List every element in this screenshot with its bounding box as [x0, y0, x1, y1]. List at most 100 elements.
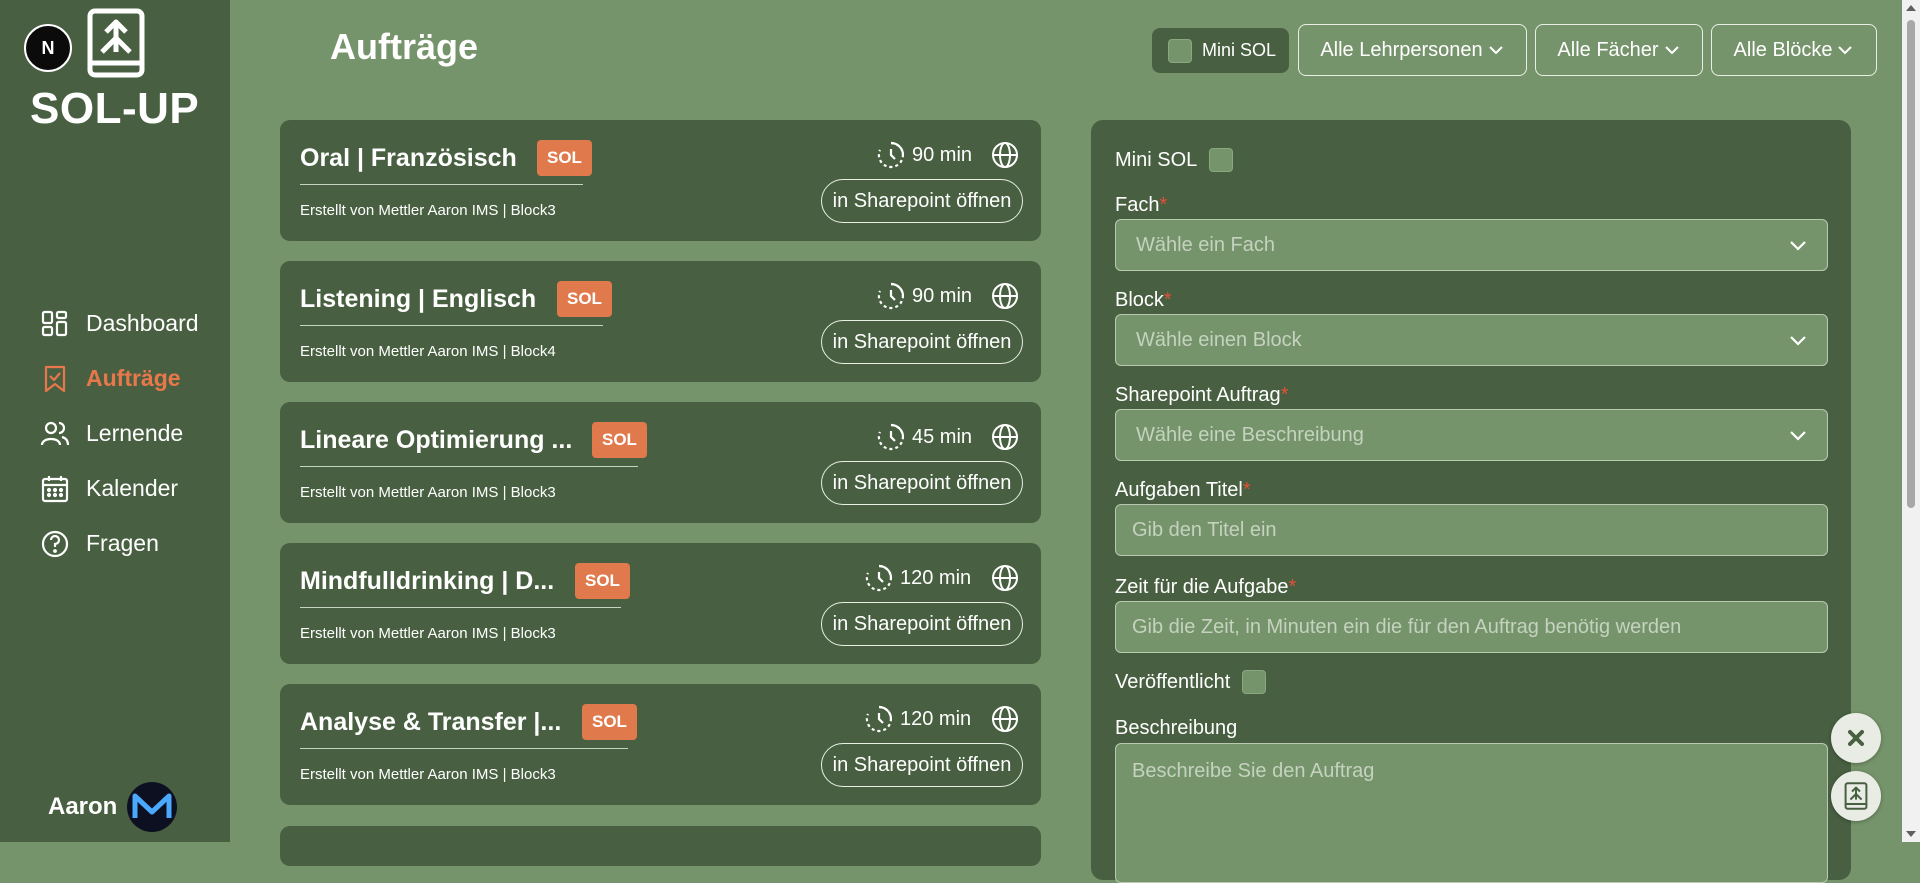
subject-select[interactable]: Wähle ein Fach — [1115, 219, 1828, 271]
card-duration-text: 120 min — [900, 707, 972, 730]
card-duration-text: 90 min — [912, 284, 973, 307]
title-label: Aufgaben Titel* — [1115, 479, 1251, 501]
assignment-card[interactable]: Mindfulldrinking | D... SOL Erstellt von… — [280, 543, 1041, 664]
card-divider — [300, 325, 603, 326]
time-input[interactable]: Gib die Zeit, in Minuten ein die für den… — [1115, 601, 1828, 653]
mini-sol-filter[interactable]: Mini SOL — [1152, 28, 1289, 73]
sharepoint-placeholder: Wähle eine Beschreibung — [1136, 423, 1364, 446]
logo-icon — [1844, 782, 1868, 810]
filter-teachers-dropdown[interactable]: Alle Lehrpersonen — [1298, 24, 1527, 76]
globe-icon[interactable] — [990, 422, 1020, 452]
description-textarea[interactable]: Beschreibe Sie den Auftrag — [1115, 743, 1828, 883]
card-author: Erstellt von Mettler Aaron IMS | Block3 — [300, 484, 556, 501]
description-placeholder: Beschreibe Sie den Auftrag — [1132, 760, 1375, 782]
globe-icon[interactable] — [990, 563, 1020, 593]
open-sharepoint-button[interactable]: in Sharepoint öffnen — [821, 602, 1023, 646]
sidebar: N SOL-UP Dashboard Aufträge Lernende Kal… — [0, 0, 230, 842]
clock-icon — [865, 564, 893, 592]
open-sharepoint-button[interactable]: in Sharepoint öffnen — [821, 320, 1023, 364]
sidebar-item-label: Kalender — [86, 475, 179, 501]
sidebar-item-auftraege[interactable]: Aufträge — [40, 351, 199, 406]
sidebar-item-label: Fragen — [86, 530, 159, 556]
time-label: Zeit für die Aufgabe* — [1115, 576, 1297, 598]
user-name: Aaron — [48, 793, 118, 820]
clock-icon — [877, 282, 905, 310]
scroll-down-arrow-icon[interactable] — [1906, 831, 1916, 837]
assignment-card[interactable]: Lineare Optimierung ... SOL Erstellt von… — [280, 402, 1041, 523]
published-checkbox[interactable] — [1242, 670, 1267, 694]
card-duration: 90 min — [876, 281, 972, 311]
brand-title: SOL-UP — [30, 84, 200, 133]
card-duration: 90 min — [876, 140, 972, 170]
create-assignment-button[interactable] — [1831, 771, 1881, 821]
published-row[interactable]: Veröffentlicht — [1115, 670, 1267, 694]
open-sharepoint-button[interactable]: in Sharepoint öffnen — [821, 179, 1023, 223]
open-sharepoint-button[interactable]: in Sharepoint öffnen — [821, 461, 1023, 505]
mini-sol-checkbox[interactable] — [1168, 38, 1192, 63]
page-scrollbar[interactable] — [1902, 0, 1920, 842]
card-duration-text: 90 min — [912, 143, 973, 166]
users-icon — [40, 421, 70, 445]
card-title: Analyse & Transfer |... — [300, 708, 562, 736]
card-divider — [300, 184, 583, 185]
block-select[interactable]: Wähle einen Block — [1115, 314, 1828, 366]
chevron-down-icon — [1664, 46, 1679, 55]
bookmark-check-icon — [44, 365, 66, 392]
sol-badge: SOL — [592, 422, 647, 458]
mini-sol-label: Mini SOL — [1202, 40, 1277, 60]
card-duration-text: 45 min — [912, 425, 973, 448]
title-input[interactable]: Gib den Titel ein — [1115, 504, 1828, 556]
description-label: Beschreibung — [1115, 717, 1238, 739]
nextjs-badge[interactable]: N — [24, 24, 72, 72]
card-duration: 45 min — [876, 422, 972, 452]
card-duration: 120 min — [864, 704, 971, 734]
subject-placeholder: Wähle ein Fach — [1136, 233, 1275, 256]
sidebar-item-lernende[interactable]: Lernende — [40, 406, 199, 461]
sidebar-item-dashboard[interactable]: Dashboard — [40, 296, 199, 351]
sidebar-item-kalender[interactable]: Kalender — [40, 461, 199, 516]
time-placeholder: Gib die Zeit, in Minuten ein die für den… — [1132, 615, 1682, 638]
form-mini-sol-row[interactable]: Mini SOL — [1115, 148, 1234, 172]
block-placeholder: Wähle einen Block — [1136, 328, 1302, 351]
clock-icon — [877, 423, 905, 451]
meta-logo-icon — [132, 793, 172, 818]
chevron-down-icon — [1790, 241, 1806, 251]
sidebar-item-label: Aufträge — [86, 365, 181, 391]
scroll-up-arrow-icon[interactable] — [1906, 5, 1916, 11]
sharepoint-label: Sharepoint Auftrag* — [1115, 384, 1289, 406]
logo-icon — [87, 8, 145, 78]
globe-icon[interactable] — [990, 704, 1020, 734]
sidebar-item-label: Lernende — [86, 420, 184, 446]
create-assignment-form: Mini SOL Fach* Wähle ein Fach Block* Wäh… — [1091, 120, 1851, 883]
user-profile[interactable]: Aaron — [48, 782, 178, 832]
title-placeholder: Gib den Titel ein — [1132, 518, 1277, 541]
assignment-card[interactable]: Listening | Englisch SOL Erstellt von Me… — [280, 261, 1041, 382]
block-label: Block* — [1115, 289, 1172, 311]
form-mini-sol-checkbox[interactable] — [1209, 148, 1234, 172]
assignment-card[interactable]: Analyse & Transfer |... SOL Erstellt von… — [280, 684, 1041, 805]
open-sharepoint-button[interactable]: in Sharepoint öffnen — [821, 743, 1023, 787]
filter-blocks-label: Alle Blöcke — [1733, 38, 1833, 61]
form-mini-sol-label: Mini SOL — [1115, 148, 1198, 171]
filter-blocks-dropdown[interactable]: Alle Blöcke — [1711, 24, 1877, 76]
sidebar-item-label: Dashboard — [86, 310, 199, 336]
sharepoint-select[interactable]: Wähle eine Beschreibung — [1115, 409, 1828, 461]
avatar[interactable] — [127, 782, 178, 832]
scrollbar-thumb[interactable] — [1907, 20, 1915, 508]
help-circle-icon — [41, 530, 69, 557]
globe-icon[interactable] — [990, 140, 1020, 170]
sidebar-item-fragen[interactable]: Fragen — [40, 516, 199, 571]
sidebar-nav: Dashboard Aufträge Lernende Kalender Fra… — [40, 296, 199, 571]
dashboard-icon — [41, 310, 68, 336]
filter-subjects-dropdown[interactable]: Alle Fächer — [1535, 24, 1703, 76]
clock-icon — [877, 141, 905, 169]
sol-badge: SOL — [537, 140, 592, 176]
chevron-down-icon — [1488, 46, 1503, 55]
sol-badge: SOL — [575, 563, 630, 599]
globe-icon[interactable] — [990, 281, 1020, 311]
close-button[interactable] — [1831, 713, 1881, 763]
card-author: Erstellt von Mettler Aaron IMS | Block3 — [300, 202, 556, 219]
assignment-card[interactable]: Oral | Französisch SOL Erstellt von Mett… — [280, 120, 1041, 241]
assignment-card-partial[interactable] — [280, 826, 1041, 866]
card-duration-text: 120 min — [900, 566, 972, 589]
